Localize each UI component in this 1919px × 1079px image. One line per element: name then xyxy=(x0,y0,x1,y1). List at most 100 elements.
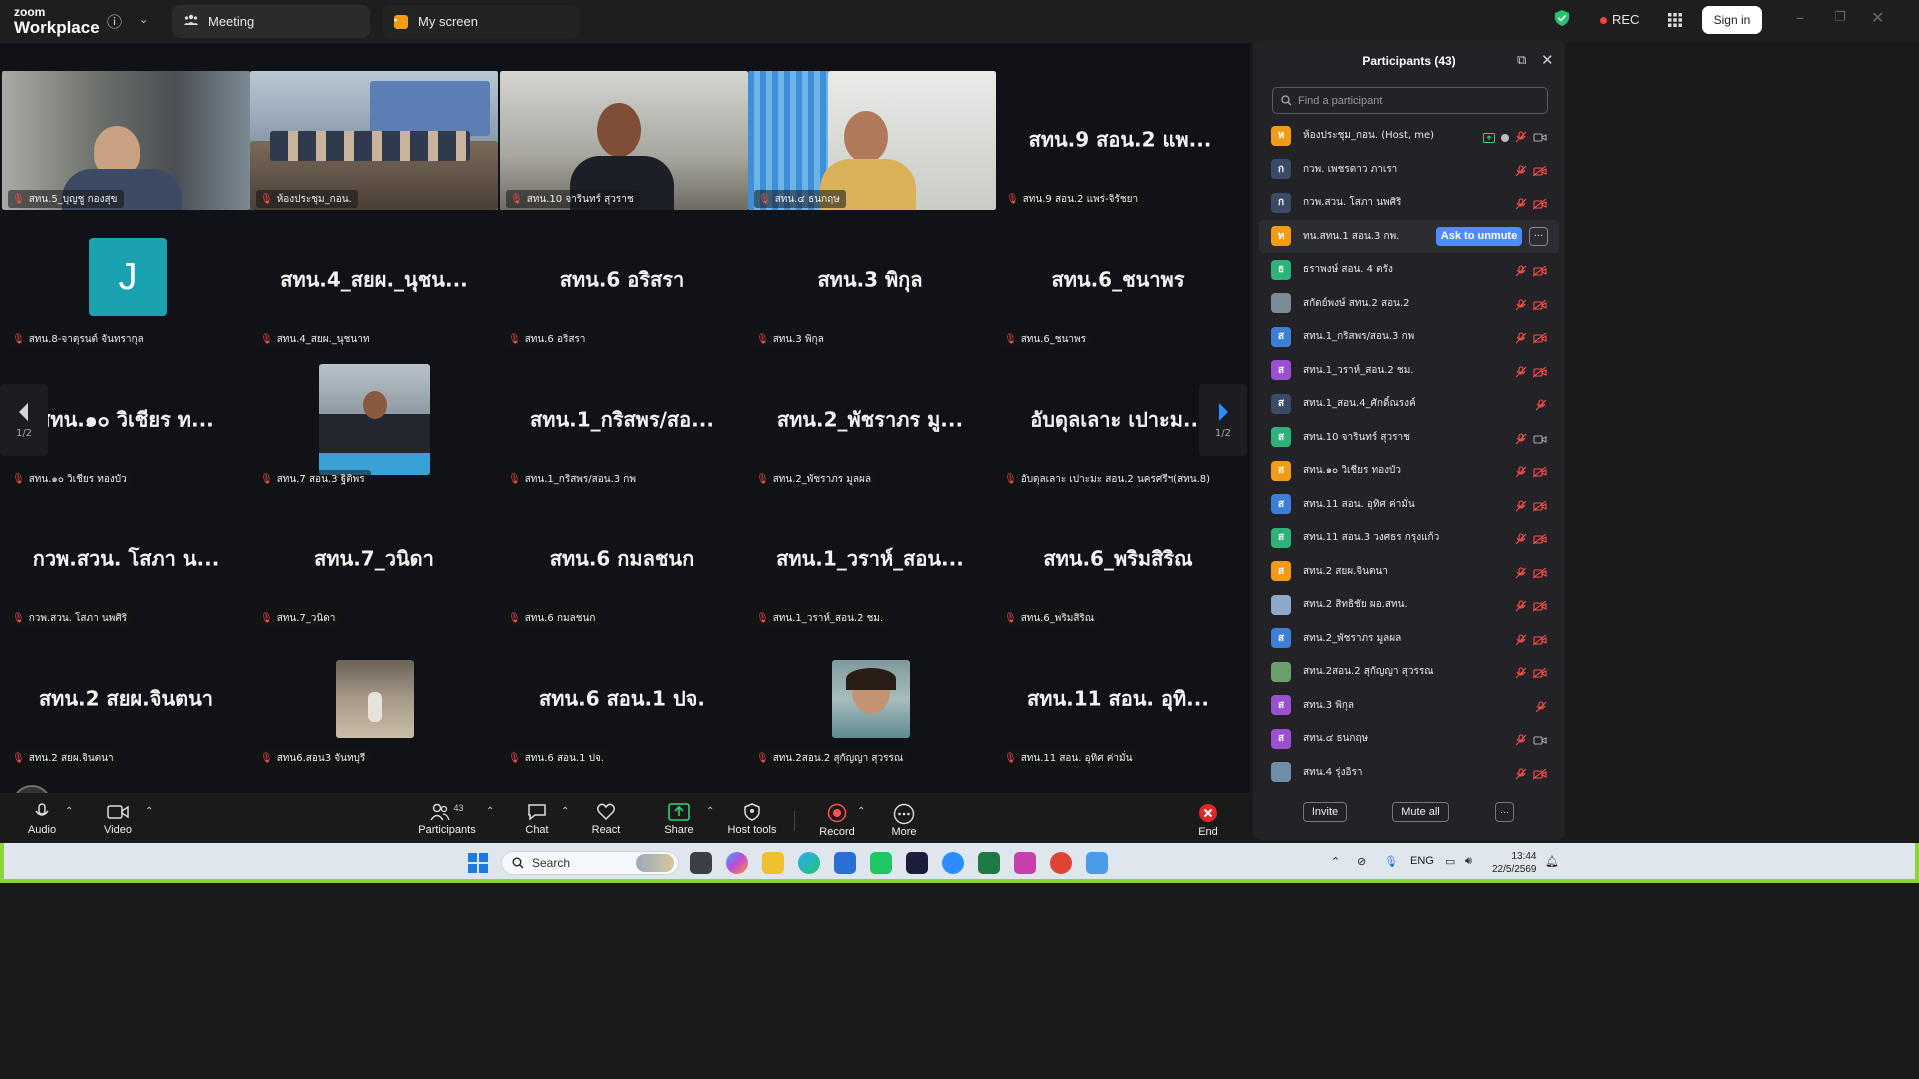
share-options-caret-icon[interactable]: ⌃ xyxy=(706,806,714,817)
participant-row[interactable]: ก กวพ. เพชรดาว ภาเรา xyxy=(1259,153,1559,187)
host-tools-button[interactable]: Host tools xyxy=(726,793,778,841)
tray-chevron-up-icon[interactable]: ⌃ xyxy=(1331,855,1340,868)
video-tile[interactable]: J 🎙︎ สทน.8-จาตุรนต์ จันทรากุล xyxy=(2,211,250,350)
share-button[interactable]: Share xyxy=(659,793,699,841)
video-tile[interactable]: 🎙︎ สทน.2สอน.2 สุกัญญา สุวรรณ xyxy=(746,630,994,769)
webex-icon[interactable] xyxy=(906,852,928,874)
video-tile-active-speaker[interactable]: 🎙︎ ห้องประชุม_กอน. xyxy=(250,71,498,210)
store-icon[interactable] xyxy=(834,852,856,874)
line-app-icon[interactable] xyxy=(870,852,892,874)
more-button[interactable]: More xyxy=(884,793,924,841)
minimize-icon[interactable]: – xyxy=(1796,8,1804,27)
video-tile[interactable]: 🎙︎ สทน6.สอน3 จันทบุรี xyxy=(250,630,498,769)
pop-out-icon[interactable]: ⧉ xyxy=(1517,53,1526,68)
powerpoint-icon[interactable] xyxy=(1050,852,1072,874)
excel-icon[interactable] xyxy=(978,852,1000,874)
participants-options-caret-icon[interactable]: ⌃ xyxy=(486,806,494,817)
participant-search-input[interactable] xyxy=(1298,94,1538,107)
video-tile[interactable]: สทน.4_สยผ._นุชน... 🎙︎ สทน.4_สยผ._นุชนาท xyxy=(250,211,498,350)
video-tile[interactable]: 🎙︎ สทน.7 สอน.3 ฐิติพร xyxy=(250,351,498,490)
participant-row[interactable]: สทน.2สอน.2 สุกัญญา สุวรรณ xyxy=(1259,655,1559,689)
video-tile[interactable]: สทน.1_กริสพร/สอ... 🎙︎ สทน.1_กริสพร/สอน.3 … xyxy=(498,351,746,490)
video-tile[interactable]: สทน.2 สยผ.จินตนา 🎙︎ สทน.2 สยผ.จินตนา xyxy=(2,630,250,769)
taskbar-search[interactable]: Search xyxy=(501,851,679,875)
tab-meeting[interactable]: Meeting xyxy=(172,5,370,38)
participant-search[interactable] xyxy=(1272,87,1548,114)
participant-row[interactable]: ธ ธราพงษ์ สอน. 4 ตรัง xyxy=(1259,253,1559,287)
microphone-tray-icon[interactable]: 🎙︎ xyxy=(1384,855,1398,868)
recording-indicator[interactable]: REC xyxy=(1600,12,1639,27)
file-explorer-icon[interactable] xyxy=(762,852,784,874)
participant-row[interactable]: ส สทน.2_พัชราภร มูลผล xyxy=(1259,622,1559,656)
video-tile[interactable]: สทน.11 สอน. อุทิ... 🎙︎ สทน.11 สอน. อุทิศ … xyxy=(994,630,1242,769)
video-tile[interactable]: สทน.7_วนิดา 🎙︎ สทน.7_วนิดา xyxy=(250,490,498,629)
participant-row[interactable]: สทน.2 สิทธิชัย ผอ.สทน. xyxy=(1259,588,1559,622)
video-tile[interactable]: 🎙︎ สทน.5_บุญชู กองสุข xyxy=(2,71,250,210)
participant-row[interactable]: สกัดย์พงษ์ สทน.2 สอน.2 xyxy=(1259,287,1559,321)
audio-button[interactable]: Audio xyxy=(22,793,62,841)
photos-app-icon[interactable] xyxy=(1086,852,1108,874)
prev-page-button[interactable]: 1/2 xyxy=(0,384,48,456)
participant-row[interactable]: ส สทน.1_กริสพร/สอน.3 กพ xyxy=(1259,320,1559,354)
close-window-icon[interactable]: ✕ xyxy=(1871,8,1884,27)
participant-row[interactable]: ส สทน.11 สอน. อุทิศ ค่ามั่น xyxy=(1259,488,1559,522)
participant-row[interactable]: ส สทน.3 พิกุล xyxy=(1259,689,1559,723)
paint-app-icon[interactable] xyxy=(1014,852,1036,874)
participant-row[interactable]: ส สทน.๔ ธนกฤษ xyxy=(1259,722,1559,756)
chevron-down-icon[interactable]: ⌄ xyxy=(139,13,148,26)
language-indicator[interactable]: ENG xyxy=(1410,855,1434,867)
video-tile[interactable]: สทน.2_พัชราภร มู... 🎙︎ สทน.2_พัชราภร มูลผ… xyxy=(746,351,994,490)
windows-start-icon[interactable] xyxy=(468,853,488,877)
record-button[interactable]: Record xyxy=(817,793,857,841)
participant-row[interactable]: ท ทน.สทน.1 สอน.3 กพ. Ask to unmute ··· xyxy=(1259,219,1559,253)
video-tile[interactable]: 🎙︎ สทน.10 จารินทร์ สุวราช xyxy=(500,71,748,210)
system-clock[interactable]: 13:44 22/5/2569 xyxy=(1492,850,1537,876)
participant-row[interactable]: ก กวพ.สวน. โสภา นพศิริ xyxy=(1259,186,1559,220)
ask-to-unmute-button[interactable]: Ask to unmute xyxy=(1436,226,1522,246)
panel-more-button[interactable]: ··· xyxy=(1495,802,1514,822)
invite-button[interactable]: Invite xyxy=(1303,802,1347,822)
chat-options-caret-icon[interactable]: ⌃ xyxy=(561,806,569,817)
participant-row[interactable]: ส สทน.2 สยผ.จินตนา xyxy=(1259,555,1559,589)
video-options-caret-icon[interactable]: ⌃ xyxy=(145,806,153,817)
task-view-icon[interactable] xyxy=(690,852,712,874)
participant-row[interactable]: ห ห้องประชุม_กอน. (Host, me) xyxy=(1259,119,1559,153)
participant-more-button[interactable]: ··· xyxy=(1529,226,1548,246)
copilot-icon[interactable] xyxy=(726,852,748,874)
end-meeting-button[interactable]: End xyxy=(1188,793,1228,841)
next-page-button[interactable]: 1/2 xyxy=(1199,384,1247,456)
chat-button[interactable]: Chat xyxy=(517,793,557,841)
video-tile[interactable]: สทน.3 พิกุล 🎙︎ สทน.3 พิกุล xyxy=(746,211,994,350)
video-tile[interactable]: สทน.6 สอน.1 ปจ. 🎙︎ สทน.6 สอน.1 ปจ. xyxy=(498,630,746,769)
participant-row[interactable]: ส สทน.11 สอน.3 วงศธร กรุงแก้ว xyxy=(1259,521,1559,555)
speaker-icon[interactable]: 🔊︎ xyxy=(1465,855,1472,868)
participant-row[interactable]: ส สทน.๑๐ วิเชียร ทองบัว xyxy=(1259,454,1559,488)
participants-button[interactable]: 43 Participants xyxy=(418,793,476,841)
participant-row[interactable]: ส สทน.10 จารินทร์ สุวราช xyxy=(1259,421,1559,455)
network-off-icon[interactable]: ⊘ xyxy=(1357,855,1366,868)
video-button[interactable]: Video xyxy=(98,793,138,841)
display-icon[interactable]: ▭ xyxy=(1445,855,1455,868)
restore-icon[interactable]: ❐ xyxy=(1834,10,1846,25)
audio-options-caret-icon[interactable]: ⌃ xyxy=(65,806,73,817)
info-icon[interactable]: ⓘ xyxy=(107,11,122,32)
video-tile[interactable]: สทน.6_ชนาพร 🎙︎ สทน.6_ชนาพร xyxy=(994,211,1242,350)
sign-in-button[interactable]: Sign in xyxy=(1702,6,1762,34)
record-options-caret-icon[interactable]: ⌃ xyxy=(857,806,865,817)
mute-all-button[interactable]: Mute all xyxy=(1392,802,1449,822)
tab-my-screen[interactable]: ▪ My screen xyxy=(382,5,580,38)
react-button[interactable]: React xyxy=(586,793,626,841)
video-tile[interactable]: สทน.9 สอน.2 แพ... 🎙︎ สทน.9 สอน.2 แพร่-จิร… xyxy=(996,71,1244,210)
participant-row[interactable]: ส สทน.1_สอน.4_ศักดิ์ณรงค์ xyxy=(1259,387,1559,421)
participant-row[interactable]: ส สทน.1_วราห์_สอน.2 ชม. xyxy=(1259,354,1559,388)
video-tile[interactable]: 🎙︎ สทน.๔ ธนกฤษ xyxy=(748,71,996,210)
video-tile[interactable]: สทน.6 กมลชนก 🎙︎ สทน.6 กมลชนก xyxy=(498,490,746,629)
edge-browser-icon[interactable] xyxy=(798,852,820,874)
zoom-app-icon[interactable] xyxy=(942,852,964,874)
shield-icon[interactable] xyxy=(1555,10,1569,30)
video-tile[interactable]: สทน.1_วราห์_สอน... 🎙︎ สทน.1_วราห์_สอน.2 ช… xyxy=(746,490,994,629)
video-tile[interactable]: กวพ.สวน. โสภา น... 🎙︎ กวพ.สวน. โสภา นพศิร… xyxy=(2,490,250,629)
video-tile[interactable]: สทน.6_พริมสิริณ 🎙︎ สทน.6_พริมสิริณ xyxy=(994,490,1242,629)
apps-grid-icon[interactable] xyxy=(1668,12,1682,31)
notification-bell-icon[interactable]: 🔔︎ xyxy=(1545,855,1559,868)
